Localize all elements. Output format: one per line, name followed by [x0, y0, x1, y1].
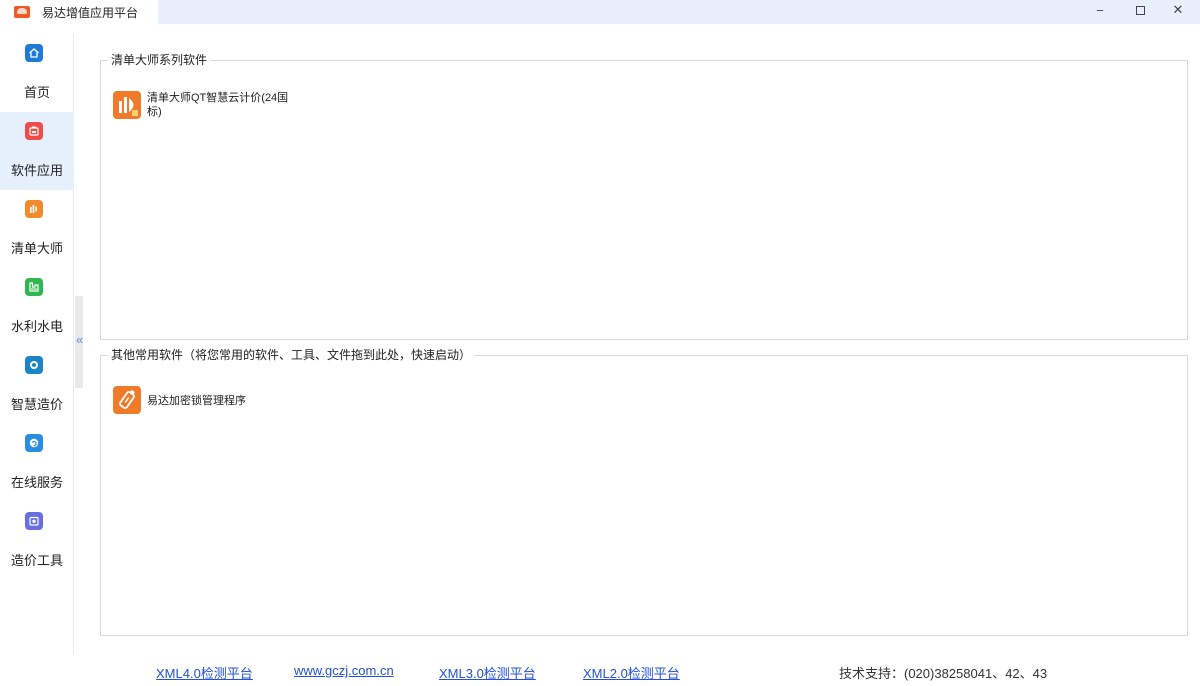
sidebar-item-qingdan-master[interactable]: 清单大师: [0, 190, 74, 268]
sidebar-item-label: 清单大师: [10, 241, 63, 256]
minimize-button[interactable]: −: [1082, 0, 1118, 20]
sidebar-item-smart-cost[interactable]: 智慧造价: [0, 346, 74, 424]
sidebar-item-label: 造价工具: [10, 553, 63, 568]
window-title: 易达增值应用平台: [42, 5, 139, 20]
qingdan-qt-app-icon: [113, 91, 141, 119]
gczj-website-link[interactable]: www.gczj.com.cn: [294, 663, 394, 678]
home-icon: [25, 44, 43, 62]
app-tile-qingdan-qt[interactable]: 清单大师QT智慧云计价(24国标): [113, 91, 297, 119]
sidebar-item-software-apps[interactable]: 软件应用: [0, 112, 74, 190]
app-tile-encryption-lock[interactable]: 易达加密锁管理程序: [113, 386, 297, 414]
software-app-icon: [25, 122, 43, 140]
sidebar-item-label: 水利水电: [10, 319, 63, 334]
other-software-group: 其他常用软件（将您常用的软件、工具、文件拖到此处，快速启动） 易达加密锁管理程序: [100, 347, 1188, 636]
xml3-check-link[interactable]: XML3.0检测平台: [439, 663, 536, 682]
qingdan-master-icon: [25, 200, 43, 218]
sidebar-item-cost-tools[interactable]: 造价工具: [0, 502, 74, 580]
sidebar-item-home[interactable]: 首页: [0, 34, 74, 112]
group-title: 其他常用软件（将您常用的软件、工具、文件拖到此处，快速启动）: [108, 347, 475, 363]
sidebar-item-online-service[interactable]: 在线服务: [0, 424, 74, 502]
xml4-check-link[interactable]: XML4.0检测平台: [156, 663, 253, 682]
cost-tools-icon: [25, 512, 43, 530]
online-service-icon: [25, 434, 43, 452]
collapse-arrow-icon[interactable]: «: [76, 333, 83, 347]
app-title-tab[interactable]: 易达增值应用平台: [0, 0, 158, 24]
maximize-button[interactable]: [1122, 0, 1158, 20]
sidebar-item-label: 软件应用: [10, 163, 63, 178]
encryption-lock-app-icon: [113, 386, 141, 414]
maximize-icon: [1135, 5, 1145, 15]
footer: XML4.0检测平台 www.gczj.com.cn XML3.0检测平台 XM…: [0, 654, 1200, 686]
sidebar-item-label: 智慧造价: [10, 397, 63, 412]
sidebar-nav: 首页 软件应用 清单大师 水利水电 智慧造价 在线服务 造价工具: [0, 34, 74, 654]
app-name: 清单大师QT智慧云计价(24国标): [147, 92, 289, 118]
app-logo-icon: [14, 6, 30, 18]
title-bar: 易达增值应用平台 − ✕: [0, 0, 1200, 24]
sidebar-item-label: 首页: [23, 85, 50, 100]
qingdan-series-group: 清单大师系列软件 清单大师QT智慧云计价(24国标): [100, 52, 1188, 340]
close-button[interactable]: ✕: [1160, 0, 1196, 20]
smart-cost-icon: [25, 356, 43, 374]
sidebar-item-label: 在线服务: [10, 475, 63, 490]
group-title: 清单大师系列软件: [108, 52, 211, 68]
sidebar-item-hydropower[interactable]: 水利水电: [0, 268, 74, 346]
hydropower-icon: [25, 278, 43, 296]
app-name: 易达加密锁管理程序: [147, 395, 246, 407]
xml2-check-link[interactable]: XML2.0检测平台: [583, 663, 680, 682]
tech-support-text: 技术支持：(020)38258041、42、43: [839, 666, 1048, 681]
